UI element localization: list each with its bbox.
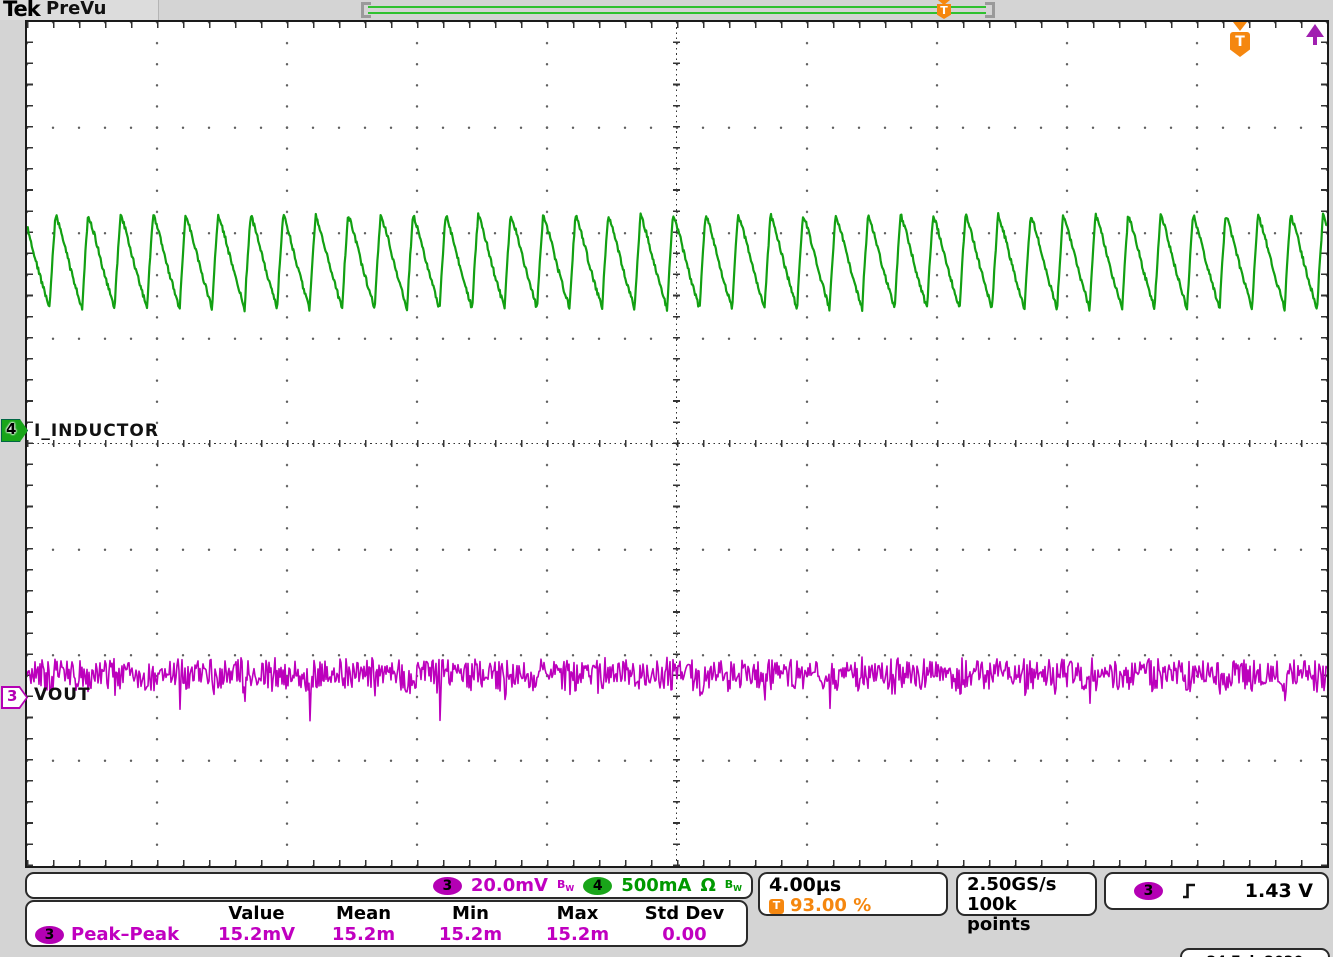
measurement-corner-spacer <box>35 903 203 924</box>
oscilloscope-screen: Tek PreVu T I_INDUCTOR VOUT T <box>0 0 1333 957</box>
measurement-source-badge: 3 <box>35 926 64 944</box>
measurement-header-mean: Mean <box>310 903 417 924</box>
ch4-coupling-ohm: Ω <box>700 875 715 896</box>
waveform-canvas <box>27 22 1327 866</box>
rising-edge-slope-icon <box>1181 882 1197 900</box>
tek-logo: Tek <box>3 0 40 21</box>
trigger-marker-point-icon <box>1233 22 1247 31</box>
ch3-trigger-level-offscreen-arrow-icon <box>1306 24 1324 46</box>
record-view-right-bracket <box>985 2 995 18</box>
ch4-waveform-label: I_INDUCTOR <box>34 421 159 441</box>
horizontal-settings-box[interactable]: 4.00µs T 93.00 % <box>758 872 948 916</box>
timebase-scale: 4.00µs <box>769 875 937 896</box>
sample-rate: 2.50GS/s <box>967 875 1086 895</box>
measurement-header-min: Min <box>417 903 524 924</box>
record-view-trigger-position-icon[interactable]: T <box>936 0 952 19</box>
arrow-stem <box>1313 36 1317 45</box>
ch3-badge[interactable]: 3 <box>433 877 462 895</box>
measurement-max: 15.2m <box>524 924 631 945</box>
measurement-header-value: Value <box>203 903 310 924</box>
ch4-vertical-scale[interactable]: 500mA <box>621 875 691 896</box>
ch4-badge[interactable]: 4 <box>583 877 612 895</box>
top-bar: Tek PreVu T <box>0 0 1333 20</box>
measurement-stddev: 0.00 <box>631 924 738 945</box>
trigger-position-marker-icon[interactable]: T <box>1230 22 1250 60</box>
record-view-bar[interactable] <box>368 6 986 14</box>
ch3-bandwidth-limit-icon: BW <box>557 878 574 893</box>
ch3-waveform <box>27 657 1327 721</box>
trigger-position-badge-icon: T <box>769 899 784 914</box>
measurement-mean: 15.2m <box>310 924 417 945</box>
logo-strip: Tek PreVu <box>0 0 159 20</box>
measurement-header-stddev: Std Dev <box>631 903 738 924</box>
date-box: 24 Feb 2020 <box>1180 948 1330 957</box>
acquisition-mode-label: PreVu <box>46 0 106 19</box>
trigger-position-percent: 93.00 % <box>790 896 871 916</box>
channel-settings-bar: 3 20.0mV BW 4 500mA Ω BW <box>25 872 753 899</box>
measurement-name: Peak–Peak <box>71 924 179 945</box>
ch3-vertical-scale[interactable]: 20.0mV <box>471 875 548 896</box>
trigger-source-badge: 3 <box>1134 882 1163 900</box>
ch3-marker-number: 3 <box>7 687 17 705</box>
record-length: 100k points <box>967 895 1086 935</box>
ch4-bandwidth-limit-icon: BW <box>725 878 742 893</box>
trigger-level-value: 1.43 V <box>1245 880 1313 902</box>
ch3-ground-marker[interactable]: 3 <box>1 686 28 709</box>
trigger-marker-body: T <box>1230 32 1250 57</box>
measurement-row-label: 3 Peak–Peak <box>35 924 203 945</box>
graticule-area[interactable]: I_INDUCTOR VOUT T <box>25 20 1329 868</box>
ch3-waveform-label: VOUT <box>34 685 91 705</box>
measurement-readout-box: Value Mean Min Max Std Dev 3 Peak–Peak 1… <box>25 900 748 947</box>
measurement-value: 15.2mV <box>203 924 310 945</box>
acquisition-settings-box[interactable]: 2.50GS/s 100k points <box>956 872 1097 916</box>
trigger-settings-box[interactable]: 3 1.43 V <box>1104 872 1329 910</box>
measurement-min: 15.2m <box>417 924 524 945</box>
ch4-marker-number: 4 <box>6 420 16 438</box>
trigger-flag-body: T <box>937 4 951 19</box>
ch4-waveform <box>27 213 1327 311</box>
measurement-header-max: Max <box>524 903 631 924</box>
ch4-ground-marker[interactable]: 4 <box>1 419 28 442</box>
